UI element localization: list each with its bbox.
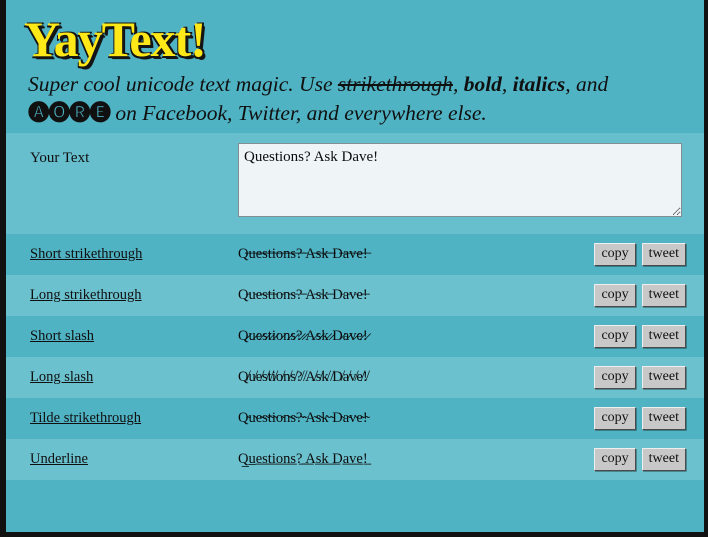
styled-output-text[interactable]: Q̸u̸e̸s̸t̸i̸o̸n̸s̸?̸ ̸A̸s̸k̸ ̸D̸a̸v̸e̸!̸ bbox=[238, 369, 594, 386]
copy-button[interactable]: copy bbox=[594, 243, 636, 266]
tweet-button[interactable]: tweet bbox=[641, 366, 686, 389]
tagline-circled-more: 🅐🅞🅡🅔 bbox=[28, 100, 111, 125]
copy-button[interactable]: copy bbox=[594, 407, 636, 430]
row-actions: copy tweet bbox=[594, 407, 704, 430]
tagline-part-3: , bbox=[501, 72, 513, 96]
style-link-short-slash[interactable]: Short slash bbox=[6, 328, 238, 345]
tweet-button[interactable]: tweet bbox=[641, 448, 686, 471]
your-text-label: Your Text bbox=[30, 150, 90, 167]
row-actions: copy tweet bbox=[594, 243, 704, 266]
table-row: Short strikethrough Q̶u̶e̶s̶t̶i̶o̶n̶s̶?̶ … bbox=[6, 234, 704, 276]
copy-button[interactable]: copy bbox=[594, 325, 636, 348]
tweet-button[interactable]: tweet bbox=[641, 284, 686, 307]
your-text-input[interactable] bbox=[238, 143, 682, 218]
page-root: YayText! Super cool unicode text magic. … bbox=[0, 0, 708, 537]
copy-button[interactable]: copy bbox=[594, 448, 636, 471]
style-link-tilde-strikethrough[interactable]: Tilde strikethrough bbox=[6, 410, 238, 427]
row-actions: copy tweet bbox=[594, 284, 704, 307]
copy-button[interactable]: copy bbox=[594, 366, 636, 389]
table-row: Underline Q̲u̲e̲s̲t̲i̲o̲n̲s̲?̲ ̲A̲s̲k̲ ̲D… bbox=[6, 439, 704, 481]
site-header: YayText! Super cool unicode text magic. … bbox=[6, 0, 704, 134]
row-actions: copy tweet bbox=[594, 448, 704, 471]
tagline-italics-word: italics bbox=[512, 72, 566, 96]
styled-output-text[interactable]: Q̴u̴e̴s̴t̴i̴o̴n̴s̴?̴ ̴A̴s̴k̴ ̴D̴a̴v̴e̴!̴ bbox=[238, 410, 594, 427]
tagline-part-5: on Facebook, Twitter, and everywhere els… bbox=[110, 100, 487, 125]
styled-output-text[interactable]: Q̵u̵e̵s̵t̵i̵o̵n̵s̵?̵ ̵A̵s̵k̵ ̵D̵a̵v̵e̵!̵ bbox=[238, 287, 594, 304]
tagline-strikethrough-word: strikethrough bbox=[337, 72, 453, 96]
site-logo: YayText! bbox=[24, 11, 207, 67]
tagline-part-2: , bbox=[452, 72, 464, 96]
copy-button[interactable]: copy bbox=[594, 284, 636, 307]
results-list: Short strikethrough Q̶u̶e̶s̶t̶i̶o̶n̶s̶?̶ … bbox=[6, 234, 704, 481]
tagline-part-1: Super cool unicode text magic. Use bbox=[28, 72, 338, 96]
table-row: Short slash Q̷u̷e̷s̷t̷i̷o̷n̷s̷?̷ ̷A̷s̷k̷ … bbox=[6, 316, 704, 358]
style-link-short-strikethrough[interactable]: Short strikethrough bbox=[6, 246, 238, 263]
tweet-button[interactable]: tweet bbox=[641, 325, 686, 348]
styled-output-text[interactable]: Q̶u̶e̶s̶t̶i̶o̶n̶s̶?̶ ̶A̶s̶k̶ ̶D̶a̶v̶e̶!̶ bbox=[238, 246, 594, 263]
style-link-long-strikethrough[interactable]: Long strikethrough bbox=[6, 287, 238, 304]
style-link-long-slash[interactable]: Long slash bbox=[6, 369, 238, 386]
tagline-bold-word: bold bbox=[463, 72, 502, 96]
styled-output-text[interactable]: Q̲u̲e̲s̲t̲i̲o̲n̲s̲?̲ ̲A̲s̲k̲ ̲D̲a̲v̲e̲!̲ bbox=[238, 451, 594, 468]
row-actions: copy tweet bbox=[594, 366, 704, 389]
your-text-row: Your Text bbox=[6, 133, 704, 235]
styled-output-text[interactable]: Q̷u̷e̷s̷t̷i̷o̷n̷s̷?̷ ̷A̷s̷k̷ ̷D̷a̷v̷e̷!̷ bbox=[238, 328, 594, 345]
tagline-part-4: , and bbox=[565, 72, 609, 96]
table-row: Tilde strikethrough Q̴u̴e̴s̴t̴i̴o̴n̴s̴?̴ … bbox=[6, 398, 704, 440]
site-tagline: Super cool unicode text magic. Use strik… bbox=[6, 66, 686, 127]
tweet-button[interactable]: tweet bbox=[641, 407, 686, 430]
table-row: Long slash Q̸u̸e̸s̸t̸i̸o̸n̸s̸?̸ ̸A̸s̸k̸ ̸… bbox=[6, 357, 704, 399]
your-text-input-wrap bbox=[238, 143, 704, 222]
style-link-underline[interactable]: Underline bbox=[6, 451, 238, 468]
table-row: Long strikethrough Q̵u̵e̵s̵t̵i̵o̵n̵s̵?̵ ̵… bbox=[6, 275, 704, 317]
tweet-button[interactable]: tweet bbox=[641, 243, 686, 266]
row-actions: copy tweet bbox=[594, 325, 704, 348]
